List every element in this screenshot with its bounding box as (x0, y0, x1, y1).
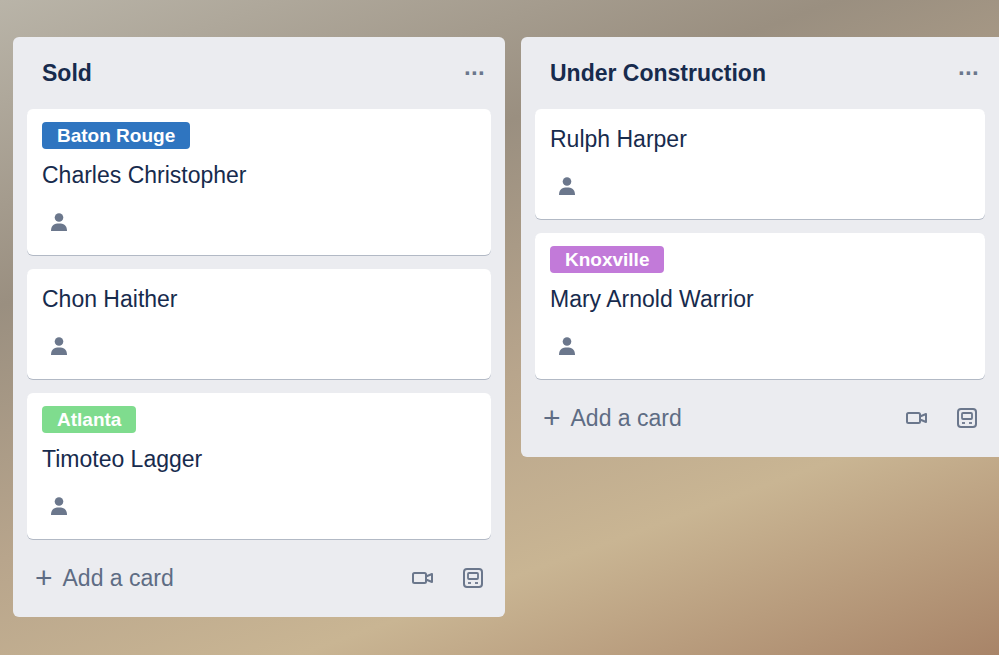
add-card-button[interactable]: +Add a card (543, 403, 682, 433)
list-title[interactable]: Sold (42, 60, 92, 87)
list[interactable]: Sold ··· Baton Rouge Charles Christopher Cho… (13, 37, 505, 617)
card-label[interactable]: Atlanta (42, 406, 136, 433)
card-label[interactable]: Knoxville (550, 246, 664, 273)
plus-icon: + (543, 403, 561, 433)
video-icon[interactable] (905, 406, 929, 430)
member-icon (49, 212, 69, 232)
card-labels: Baton Rouge (42, 122, 476, 149)
card-badges (42, 208, 476, 236)
list[interactable]: Under Construction ··· Rulph Harper Knoxvil… (521, 37, 999, 457)
card-title: Mary Arnold Warrior (550, 282, 970, 316)
card-badges (42, 332, 476, 360)
card-badges (550, 172, 970, 200)
list-title[interactable]: Under Construction (550, 60, 766, 87)
member-icon (49, 496, 69, 516)
member-icon (49, 336, 69, 356)
card[interactable]: Atlanta Timoteo Lagger (27, 393, 491, 539)
board: Sold ··· Baton Rouge Charles Christopher Cho… (0, 0, 999, 655)
card-labels: Knoxville (550, 246, 970, 273)
list-header: Under Construction ··· (535, 37, 985, 109)
card-template-icon[interactable] (955, 406, 979, 430)
card-labels: Atlanta (42, 406, 476, 433)
card[interactable]: Rulph Harper (535, 109, 985, 219)
card[interactable]: Knoxville Mary Arnold Warrior (535, 233, 985, 379)
member-icon (557, 176, 577, 196)
add-card-button[interactable]: +Add a card (35, 563, 174, 593)
plus-icon: + (35, 563, 53, 593)
card[interactable]: Chon Haither (27, 269, 491, 379)
list-row: Sold ··· Baton Rouge Charles Christopher Cho… (0, 0, 999, 617)
card-template-icon[interactable] (461, 566, 485, 590)
add-card-row: +Add a card (535, 393, 985, 443)
video-icon[interactable] (411, 566, 435, 590)
card-title: Rulph Harper (550, 122, 970, 156)
list-menu-button[interactable]: ··· (464, 59, 485, 87)
list-menu-button[interactable]: ··· (958, 59, 979, 87)
card-title: Chon Haither (42, 282, 476, 316)
card-badges (42, 492, 476, 520)
card-label[interactable]: Baton Rouge (42, 122, 190, 149)
add-card-row: +Add a card (27, 553, 491, 603)
member-icon (557, 336, 577, 356)
card-badges (550, 332, 970, 360)
list-header: Sold ··· (27, 37, 491, 109)
card[interactable]: Baton Rouge Charles Christopher (27, 109, 491, 255)
card-title: Timoteo Lagger (42, 442, 476, 476)
card-title: Charles Christopher (42, 158, 476, 192)
